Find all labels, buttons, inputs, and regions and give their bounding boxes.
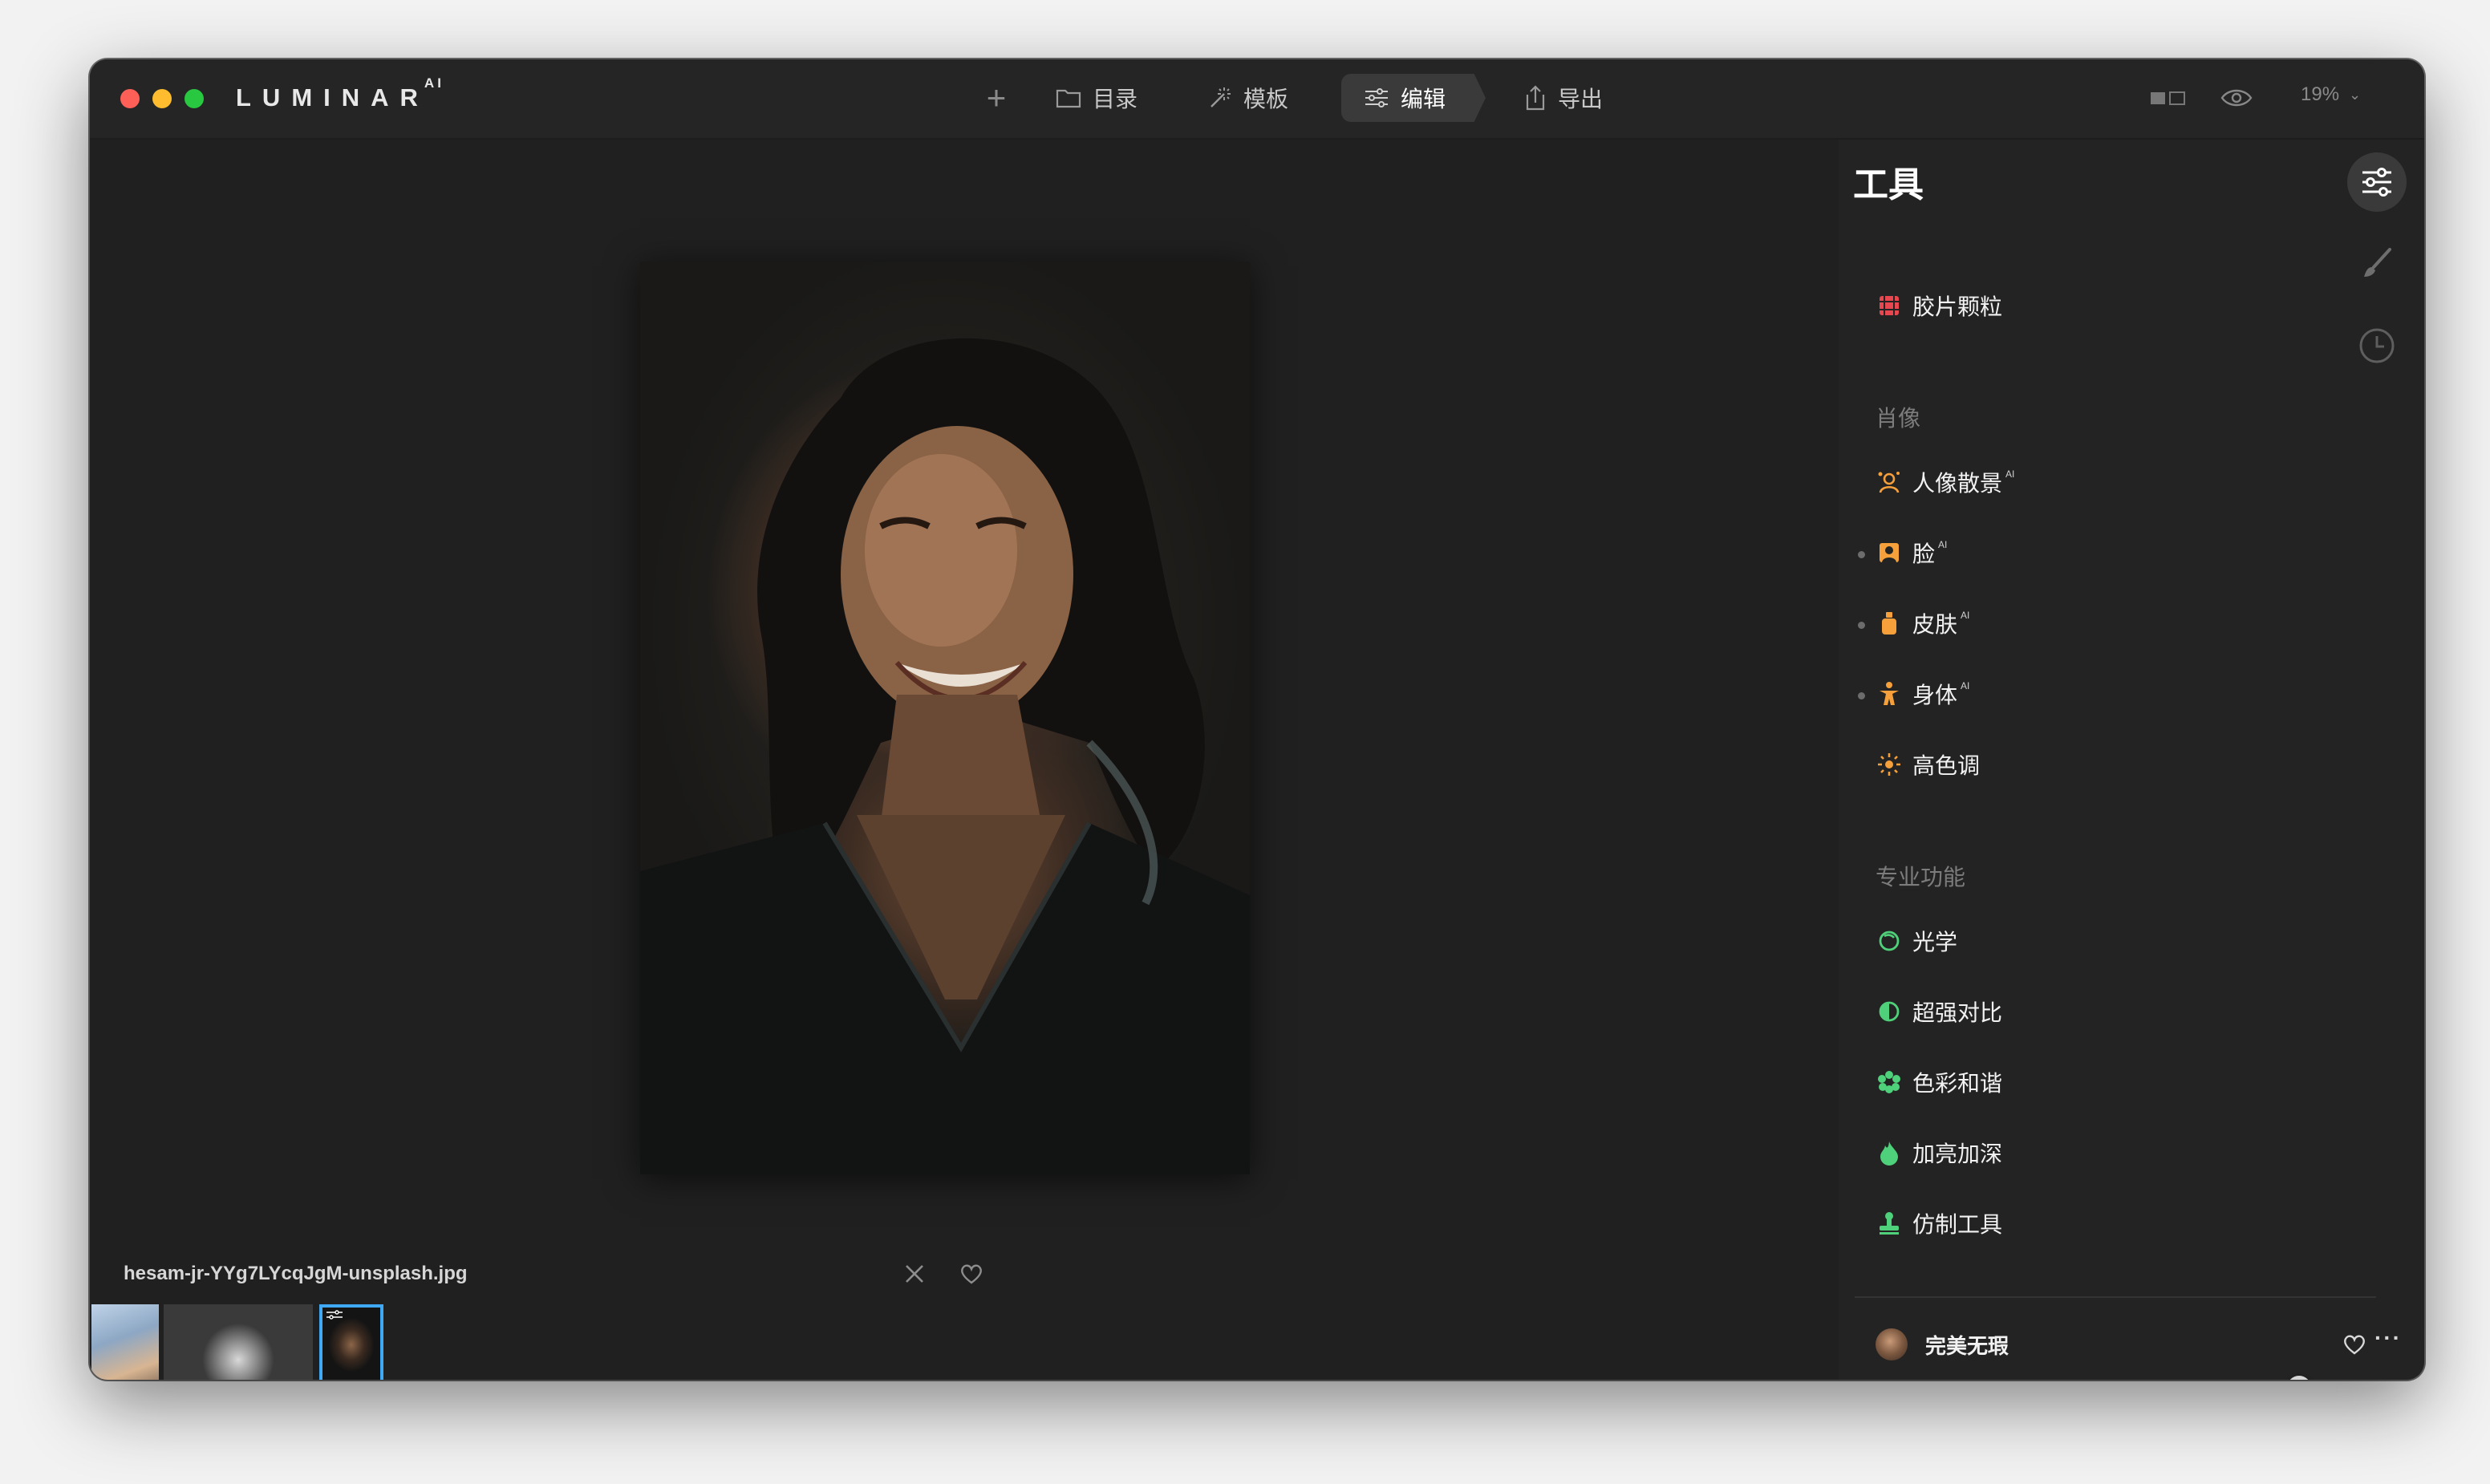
- tool-body[interactable]: 身体 AI: [1876, 674, 1969, 714]
- tab-export-label: 导出: [1558, 87, 1604, 112]
- filmstrip-thumbnail[interactable]: [91, 1304, 159, 1380]
- skin-icon: [1876, 610, 1903, 637]
- applied-template[interactable]: 完美无瑕: [1876, 1328, 2009, 1360]
- clock-icon: [2359, 328, 2395, 363]
- chevron-down-icon: ⌄: [2349, 86, 2362, 103]
- ai-badge: AI: [1938, 539, 1948, 550]
- section-professional: 专业功能: [1876, 865, 1966, 890]
- app-logo-suffix: AI: [424, 75, 444, 91]
- dodge-burn-icon: [1876, 1139, 1903, 1166]
- optics-icon: [1876, 927, 1903, 955]
- tool-label: 加亮加深: [1912, 1141, 2003, 1166]
- file-name: hesam-jr-YYg7LYcqJgM-unsplash.jpg: [124, 1263, 468, 1284]
- panel-divider: [1855, 1296, 2376, 1298]
- zoom-dropdown[interactable]: 19% ⌄: [2301, 83, 2361, 106]
- clone-stamp-icon: [1876, 1210, 1903, 1237]
- tool-skin[interactable]: 皮肤 AI: [1876, 603, 1969, 643]
- tool-label: 身体: [1912, 683, 1958, 708]
- folder-icon: [1056, 89, 1081, 108]
- app-logo: LUMINARAI: [236, 75, 444, 112]
- film-grain-icon: [1876, 292, 1903, 319]
- tab-catalog-label: 目录: [1093, 87, 1138, 112]
- tool-label: 仿制工具: [1912, 1212, 2003, 1237]
- history-tab-button[interactable]: [2347, 316, 2407, 375]
- tool-label: 皮肤: [1912, 612, 1958, 637]
- tool-clone-stamp[interactable]: 仿制工具: [1876, 1203, 2002, 1243]
- app-window: LUMINARAI + 目录 模板 编辑 导出 19% ⌄ hesam-jr-Y…: [90, 59, 2424, 1380]
- tool-label: 光学: [1912, 930, 1958, 955]
- title-bar: LUMINARAI + 目录 模板 编辑 导出 19% ⌄: [90, 59, 2424, 140]
- slider-thumb[interactable]: [2287, 1376, 2312, 1380]
- brush-tab-button[interactable]: [2347, 234, 2407, 294]
- template-name: 完美无瑕: [1925, 1333, 2009, 1358]
- reject-icon[interactable]: [903, 1263, 926, 1285]
- tool-label: 超强对比: [1912, 1000, 2003, 1025]
- edited-photo[interactable]: [640, 262, 1250, 1174]
- app-logo-text: LUMINAR: [236, 83, 429, 112]
- ai-badge: AI: [2005, 468, 2015, 480]
- favorite-icon[interactable]: [959, 1263, 983, 1285]
- tab-edit[interactable]: 编辑: [1341, 74, 1486, 122]
- template-favorite-icon[interactable]: [2342, 1333, 2366, 1356]
- color-harmony-icon: [1876, 1068, 1903, 1096]
- share-icon: [1526, 85, 1545, 111]
- tool-active-dot: [1858, 551, 1865, 558]
- tool-dodge-burn[interactable]: 加亮加深: [1876, 1133, 2002, 1173]
- face-icon: [1876, 539, 1903, 566]
- sliders-icon: [2362, 168, 2391, 197]
- brush-icon: [2364, 248, 2391, 277]
- edited-badge-icon: [326, 1310, 343, 1320]
- eye-icon[interactable]: [2220, 86, 2253, 110]
- add-photos-button[interactable]: +: [979, 80, 1014, 116]
- supercontrast-icon: [1876, 998, 1903, 1025]
- tool-active-dot: [1858, 692, 1865, 699]
- tool-portrait-bokeh[interactable]: 人像散景 AI: [1876, 462, 2014, 502]
- tab-templates-label: 模板: [1243, 87, 1289, 112]
- sliders-icon: [1365, 88, 1388, 107]
- tool-color-harmony[interactable]: 色彩和谐: [1876, 1062, 2002, 1102]
- high-key-icon: [1876, 751, 1903, 778]
- section-portrait: 肖像: [1876, 406, 1921, 431]
- tool-high-key[interactable]: 高色调: [1876, 744, 1980, 785]
- tool-label: 人像散景: [1912, 471, 2003, 496]
- compare-icon[interactable]: [2150, 88, 2187, 107]
- tool-label: 脸: [1912, 541, 1936, 566]
- ai-badge: AI: [1961, 680, 1970, 691]
- tool-supercontrast[interactable]: 超强对比: [1876, 991, 2002, 1032]
- minimize-window-button[interactable]: [152, 89, 172, 108]
- portrait-image: [640, 338, 1250, 1174]
- tools-panel: 工具 胶片颗粒 肖像 人像散景 AI 脸 AI 皮肤 AI 身体 AI 高色调 …: [1839, 140, 2424, 1380]
- tool-optics[interactable]: 光学: [1876, 921, 1957, 961]
- image-canvas[interactable]: hesam-jr-YYg7LYcqJgM-unsplash.jpg: [90, 140, 1839, 1380]
- panel-title: 工具: [1853, 165, 1924, 205]
- tool-film-grain[interactable]: 胶片颗粒: [1876, 286, 2002, 326]
- ai-badge: AI: [1961, 610, 1970, 621]
- filmstrip: [90, 1298, 411, 1380]
- tool-active-dot: [1858, 622, 1865, 629]
- close-window-button[interactable]: [120, 89, 140, 108]
- tool-face[interactable]: 脸 AI: [1876, 533, 1947, 573]
- zoom-value: 19%: [2301, 83, 2340, 105]
- tool-label: 高色调: [1912, 753, 1981, 778]
- magic-wand-icon: [1211, 87, 1231, 107]
- portrait-bokeh-icon: [1876, 468, 1903, 496]
- tab-edit-label: 编辑: [1401, 87, 1446, 112]
- more-options-icon[interactable]: ···: [2374, 1325, 2402, 1351]
- tool-label: 色彩和谐: [1912, 1071, 2003, 1096]
- tool-label: 胶片颗粒: [1912, 294, 2003, 319]
- tab-templates[interactable]: 模板: [1206, 74, 1288, 122]
- tools-tab-button[interactable]: [2347, 152, 2407, 212]
- filmstrip-thumbnail[interactable]: [164, 1304, 313, 1380]
- tab-export[interactable]: 导出: [1524, 74, 1603, 122]
- template-thumbnail: [1876, 1328, 1908, 1360]
- tab-catalog[interactable]: 目录: [1056, 74, 1138, 122]
- filmstrip-thumbnail-selected[interactable]: [319, 1304, 383, 1380]
- fullscreen-window-button[interactable]: [185, 89, 204, 108]
- body-icon: [1876, 680, 1903, 708]
